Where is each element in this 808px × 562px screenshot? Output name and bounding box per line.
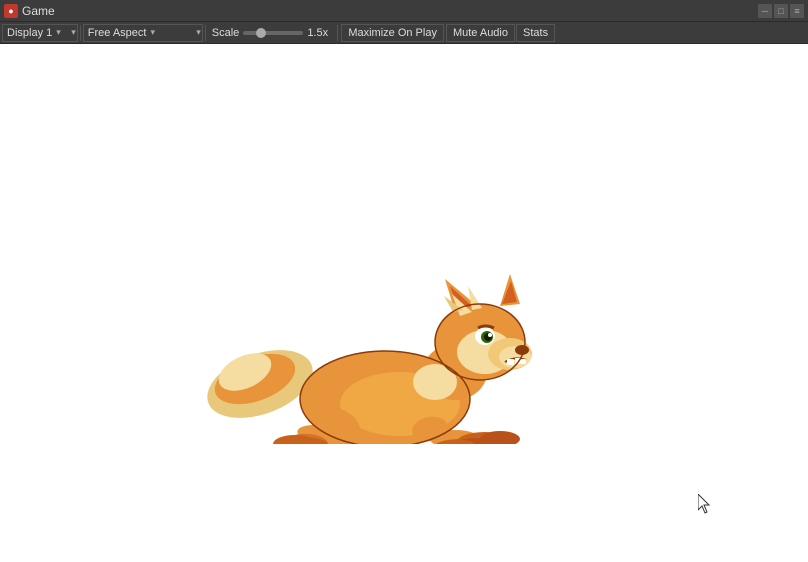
title-bar: ● Game ─ □ ≡ [0, 0, 808, 22]
display-select-label: Display 1 [7, 27, 52, 39]
mouse-cursor [698, 494, 714, 514]
menu-button[interactable]: ≡ [790, 4, 804, 18]
window-icon: ● [4, 4, 18, 18]
minimize-button[interactable]: ─ [758, 4, 772, 18]
mute-audio-button[interactable]: Mute Audio [446, 24, 515, 42]
window-title: Game [22, 4, 55, 18]
aspect-select-wrapper[interactable]: Free Aspect ▾ [83, 24, 203, 42]
game-canvas [0, 44, 808, 562]
scale-value: 1.5x [307, 27, 331, 39]
game-toolbar: Display 1 ▾ Free Aspect ▾ Scale 1.5x Max… [0, 22, 808, 44]
aspect-select-label: Free Aspect [88, 27, 147, 39]
separator-2 [205, 25, 206, 41]
stats-label: Stats [523, 27, 548, 39]
aspect-select[interactable]: Free Aspect ▾ [83, 24, 203, 42]
display-select[interactable]: Display 1 ▾ [2, 24, 78, 42]
unity-game-window: ● Game ─ □ ≡ Display 1 ▾ Free Aspect ▾ [0, 0, 808, 562]
title-bar-controls: ─ □ ≡ [758, 4, 804, 18]
aspect-chevron-icon: ▾ [150, 27, 155, 38]
maximize-button[interactable]: □ [774, 4, 788, 18]
display-chevron-icon: ▾ [56, 27, 61, 38]
maximize-on-play-label: Maximize On Play [348, 27, 437, 39]
stats-button[interactable]: Stats [516, 24, 555, 42]
fox-character [200, 224, 540, 447]
fox-svg [200, 224, 540, 444]
separator-3 [337, 25, 338, 41]
display-select-wrapper[interactable]: Display 1 ▾ [2, 24, 78, 42]
mute-audio-label: Mute Audio [453, 27, 508, 39]
scale-section: Scale 1.5x [212, 27, 332, 39]
scale-slider[interactable] [243, 31, 303, 35]
maximize-on-play-button[interactable]: Maximize On Play [341, 24, 444, 42]
title-bar-left: ● Game [4, 4, 55, 18]
separator-1 [80, 25, 81, 41]
scale-label: Scale [212, 27, 240, 39]
